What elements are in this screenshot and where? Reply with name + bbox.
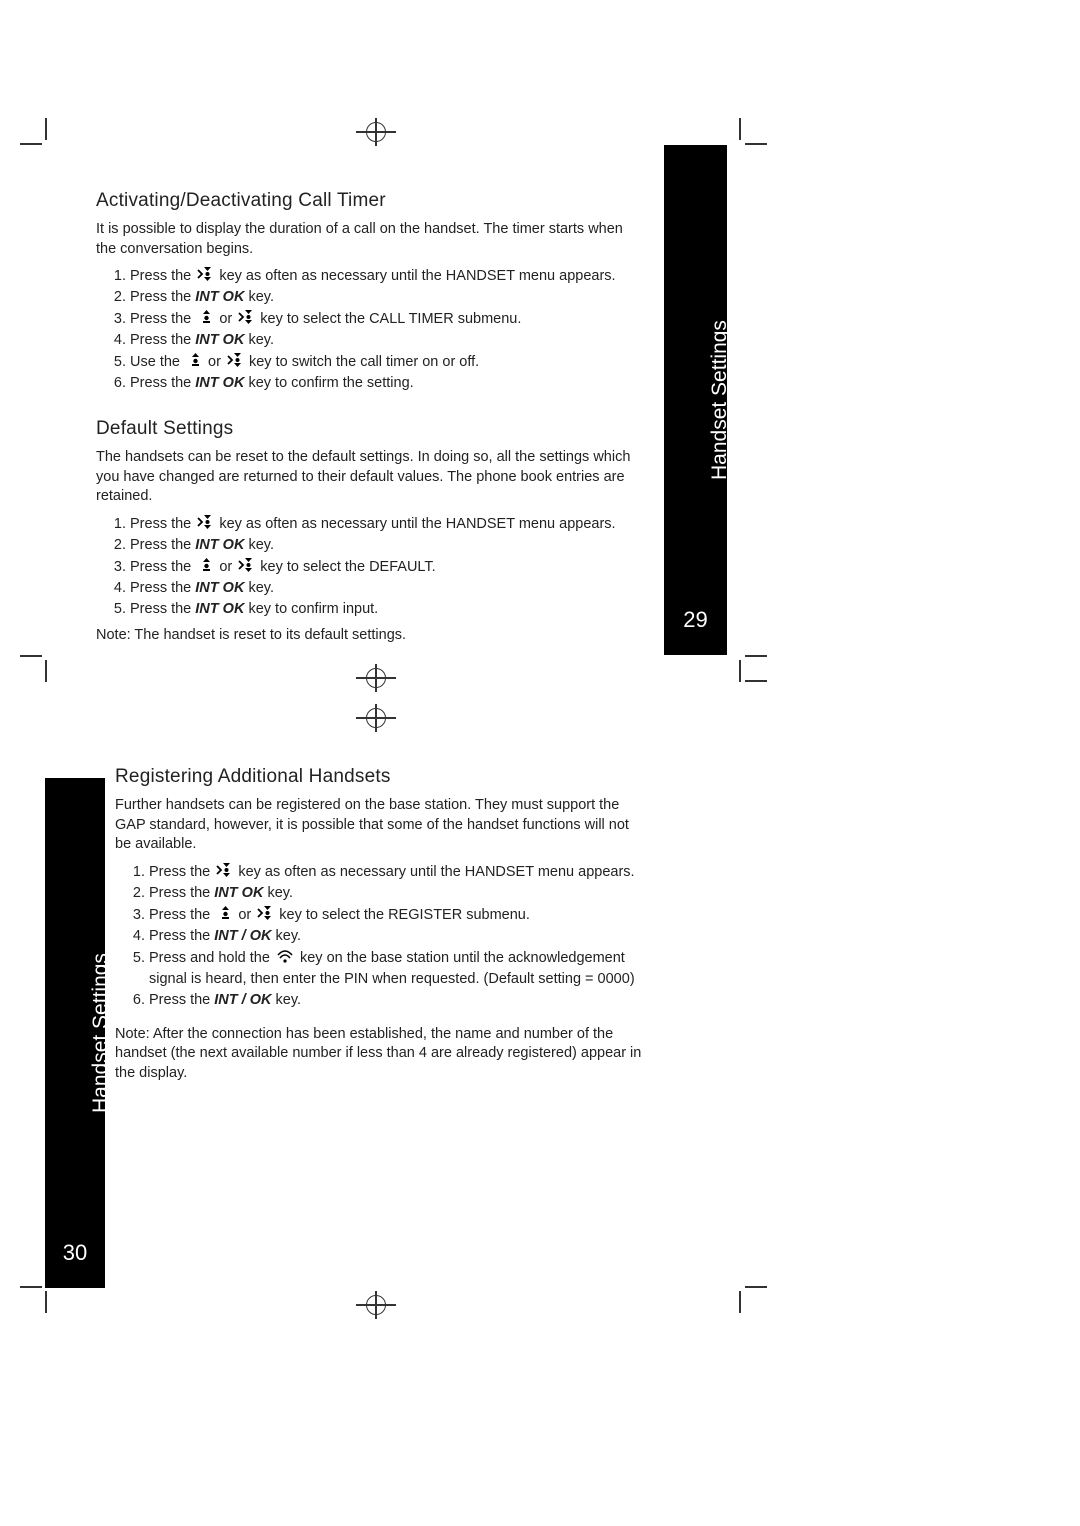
up-key-icon xyxy=(214,904,234,922)
int-ok-key: INT OK xyxy=(195,601,244,617)
section-tab-label: Handset Settings xyxy=(708,320,732,480)
step: Press the key as often as necessary unti… xyxy=(130,265,636,287)
signal-key-icon xyxy=(274,947,296,965)
down-key-icon xyxy=(255,904,275,922)
crop-mark xyxy=(745,1286,767,1288)
step-list: Press the key as often as necessary unti… xyxy=(115,861,645,1011)
manual-page-30: Handset Settings 30 Registering Addition… xyxy=(0,763,1080,1526)
crop-mark xyxy=(20,655,42,657)
up-key-icon xyxy=(195,556,215,574)
note-text: Note: After the connection has been esta… xyxy=(115,1025,645,1084)
registration-mark xyxy=(356,1295,396,1315)
page-number: 30 xyxy=(45,1240,105,1266)
int-ok-key: INT OK xyxy=(195,332,244,348)
int-slash-ok-key: INT / OK xyxy=(214,928,271,944)
step: Press the INT OK key. xyxy=(130,578,636,599)
down-key-icon xyxy=(236,308,256,326)
page-number: 29 xyxy=(664,607,727,633)
step: Press the INT OK key. xyxy=(130,535,636,556)
step: Press the key as often as necessary unti… xyxy=(130,513,636,535)
step: Press the INT OK key. xyxy=(130,330,636,351)
down-key-icon xyxy=(236,556,256,574)
down-key-icon xyxy=(214,861,234,879)
crop-mark xyxy=(45,660,47,682)
down-key-icon xyxy=(225,351,245,369)
note-text: Note: The handset is reset to its defaul… xyxy=(96,626,636,646)
crop-mark xyxy=(745,680,767,682)
heading-call-timer: Activating/Deactivating Call Timer xyxy=(96,190,636,212)
int-ok-key: INT OK xyxy=(195,289,244,305)
up-key-icon xyxy=(184,351,204,369)
int-ok-key: INT OK xyxy=(214,885,263,901)
paragraph: The handsets can be reset to the default… xyxy=(96,448,636,507)
crop-mark xyxy=(739,1291,741,1313)
section-tab: Handset Settings 29 xyxy=(664,145,727,655)
registration-mark xyxy=(356,122,396,142)
heading-register-handsets: Registering Additional Handsets xyxy=(115,766,645,788)
step: Press the INT OK key to confirm the sett… xyxy=(130,373,636,394)
step: Use the or key to switch the call timer … xyxy=(130,351,636,373)
step: Press the INT OK key. xyxy=(149,883,645,904)
step: Press the key as often as necessary unti… xyxy=(149,861,645,883)
crop-mark xyxy=(745,143,767,145)
page-content: Activating/Deactivating Call Timer It is… xyxy=(96,190,636,652)
registration-mark xyxy=(356,668,396,688)
int-slash-ok-key: INT / OK xyxy=(214,992,271,1008)
crop-mark xyxy=(745,655,767,657)
int-ok-key: INT OK xyxy=(195,580,244,596)
paragraph: Further handsets can be registered on th… xyxy=(115,796,645,855)
step: Press the INT / OK key. xyxy=(149,990,645,1011)
step-list: Press the key as often as necessary unti… xyxy=(96,513,636,620)
crop-mark xyxy=(45,1291,47,1313)
step: Press the INT OK key to confirm input. xyxy=(130,599,636,620)
int-ok-key: INT OK xyxy=(195,375,244,391)
crop-mark xyxy=(739,118,741,140)
step-list: Press the key as often as necessary unti… xyxy=(96,265,636,394)
step: Press the or key to select the REGISTER … xyxy=(149,904,645,926)
heading-default-settings: Default Settings xyxy=(96,418,636,440)
registration-mark xyxy=(356,708,396,728)
step: Press the or key to select the DEFAULT. xyxy=(130,556,636,578)
up-key-icon xyxy=(195,308,215,326)
down-key-icon xyxy=(195,513,215,531)
crop-mark xyxy=(20,1286,42,1288)
step: Press the INT OK key. xyxy=(130,287,636,308)
step: Press the INT / OK key. xyxy=(149,926,645,947)
crop-mark xyxy=(739,660,741,682)
paragraph: It is possible to display the duration o… xyxy=(96,220,636,259)
crop-mark xyxy=(45,118,47,140)
crop-mark xyxy=(20,143,42,145)
down-key-icon xyxy=(195,265,215,283)
manual-page-29: Handset Settings 29 Activating/Deactivat… xyxy=(0,0,1080,763)
section-tab-label: Handset Settings xyxy=(89,953,113,1113)
page-content: Registering Additional Handsets Further … xyxy=(115,766,645,1089)
step: Press and hold the key on the base stati… xyxy=(149,947,645,990)
int-ok-key: INT OK xyxy=(195,537,244,553)
section-tab: Handset Settings 30 xyxy=(45,778,105,1288)
step: Press the or key to select the CALL TIME… xyxy=(130,308,636,330)
